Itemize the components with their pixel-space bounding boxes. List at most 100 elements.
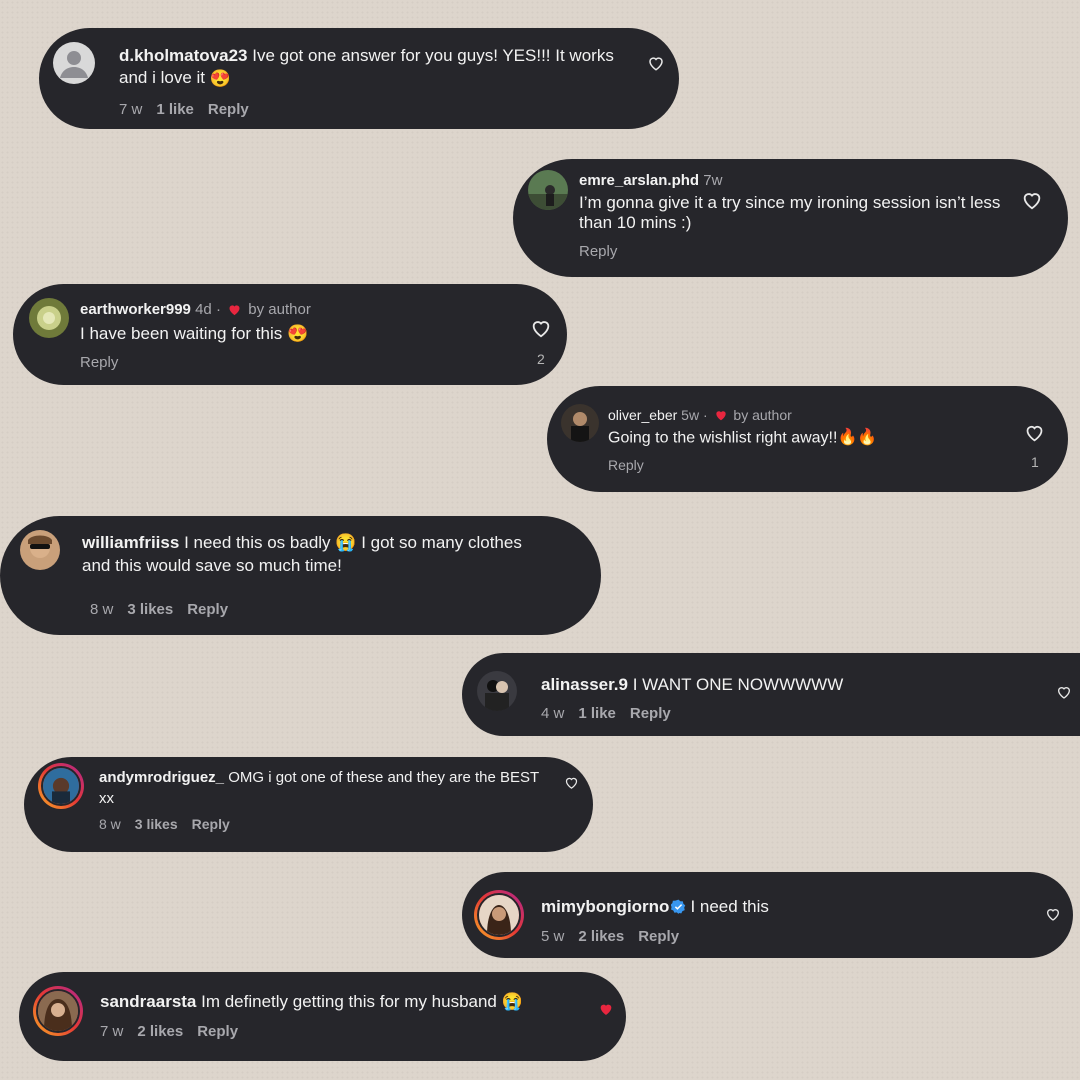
likes-count[interactable]: 1 like — [156, 101, 194, 118]
comment-header: oliver_eber 5w · by author — [608, 407, 792, 423]
comment-header: earthworker999 4d · by author — [80, 301, 311, 318]
comment-header: emre_arslan.phd 7w — [579, 171, 722, 191]
comment-card: earthworker999 4d · by author I have bee… — [13, 284, 567, 385]
reply-button[interactable]: Reply — [638, 928, 679, 945]
reply-button[interactable]: Reply — [608, 457, 644, 473]
comment-card: mimybongiorno I need this 5 w 2 likes Reply — [462, 872, 1073, 958]
comment-text: I’m gonna give it a try since my ironing… — [579, 193, 1001, 232]
reply-button[interactable]: Reply — [579, 243, 617, 260]
reply-button[interactable]: Reply — [197, 1023, 238, 1040]
username[interactable]: d.kholmatova23 — [119, 46, 248, 65]
heart-outline-icon[interactable] — [1024, 422, 1045, 443]
like-count: 2 — [537, 351, 545, 367]
verified-badge-icon — [671, 899, 686, 915]
username[interactable]: alinasser.9 — [541, 675, 628, 694]
heart-outline-icon[interactable] — [1021, 189, 1043, 211]
likes-count[interactable]: 3 likes — [135, 816, 178, 832]
avatar[interactable] — [477, 671, 517, 711]
avatar[interactable] — [20, 530, 60, 570]
heart-outline-icon[interactable] — [1056, 684, 1072, 700]
photo-avatar-icon — [43, 768, 79, 804]
reply-button[interactable]: Reply — [192, 816, 230, 832]
timestamp: 4 w — [541, 705, 565, 722]
avatar-story-ring[interactable] — [33, 986, 83, 1036]
comment-text: I have been waiting for this — [80, 324, 283, 343]
comment-card: oliver_eber 5w · by author Going to the … — [547, 386, 1068, 492]
comment-body: williamfriiss I need this os badly 😭 I g… — [82, 532, 552, 577]
comment-text: Im definetly getting this for my husband — [201, 992, 497, 1011]
heart-outline-icon[interactable] — [1045, 906, 1061, 922]
username[interactable]: emre_arslan.phd — [579, 172, 699, 189]
comment-card: williamfriiss I need this os badly 😭 I g… — [0, 516, 601, 635]
comment-meta: 7 w 1 like Reply — [119, 101, 263, 118]
photo-avatar-icon — [528, 170, 568, 210]
reply-button[interactable]: Reply — [187, 601, 228, 618]
heart-outline-icon[interactable] — [564, 775, 579, 790]
photo-avatar-icon — [477, 671, 517, 711]
timestamp: 8 w — [90, 601, 114, 618]
likes-count[interactable]: 3 likes — [127, 601, 173, 618]
photo-avatar-icon — [561, 404, 599, 442]
timestamp: 7w — [703, 172, 723, 189]
reply-button[interactable]: Reply — [80, 354, 118, 371]
liked-by-author: by author — [733, 407, 792, 423]
heart-outline-icon[interactable] — [530, 317, 552, 339]
like-count: 1 — [1031, 454, 1039, 470]
comment-meta: 7 w 2 likes Reply — [100, 1023, 252, 1040]
heart-eyes-emoji: 😍 — [286, 324, 309, 344]
liked-by-author: by author — [248, 301, 311, 318]
avatar[interactable] — [561, 404, 599, 442]
comment-card: sandraarsta Im definetly getting this fo… — [19, 972, 626, 1061]
comment-meta: 8 w 3 likes Reply — [90, 601, 242, 618]
avatar-story-ring[interactable] — [38, 763, 84, 809]
comment-text: I need this — [690, 897, 769, 916]
username[interactable]: earthworker999 — [80, 301, 191, 318]
photo-avatar-icon — [38, 991, 78, 1031]
timestamp: 7 w — [119, 101, 143, 118]
comment-card: andymrodriguez_ OMG i got one of these a… — [24, 757, 593, 852]
avatar[interactable] — [29, 298, 69, 338]
comment-body: I have been waiting for this 😍 — [80, 323, 308, 346]
avatar[interactable] — [528, 170, 568, 210]
username[interactable]: andymrodriguez_ — [99, 769, 224, 786]
timestamp: 5w — [681, 407, 700, 423]
likes-count[interactable]: 1 like — [578, 705, 616, 722]
timestamp: 5 w — [541, 928, 565, 945]
crying-emoji: 😭 — [335, 533, 357, 553]
comment-card: alinasser.9 I WANT ONE NOWWWWW 4 w 1 like… — [462, 653, 1080, 736]
comment-card: emre_arslan.phd 7w I’m gonna give it a t… — [513, 159, 1068, 277]
likes-count[interactable]: 2 likes — [578, 928, 624, 945]
comment-meta: 8 w 3 likes Reply — [99, 816, 244, 832]
reply-button[interactable]: Reply — [630, 705, 671, 722]
comment-body: mimybongiorno I need this — [541, 896, 769, 918]
likes-count[interactable]: 2 likes — [137, 1023, 183, 1040]
heart-filled-icon[interactable] — [598, 1001, 614, 1017]
heart-outline-icon[interactable] — [647, 54, 665, 72]
crying-emoji: 😭 — [501, 992, 523, 1012]
comment-meta: 4 w 1 like Reply — [541, 705, 685, 722]
username[interactable]: williamfriiss — [82, 533, 179, 552]
comment-body: d.kholmatova23 Ive got one answer for yo… — [119, 45, 619, 90]
comment-text: I WANT ONE NOWWWWW — [632, 675, 844, 694]
photo-avatar-icon — [29, 298, 69, 338]
photo-avatar-icon — [20, 530, 60, 570]
photo-avatar-icon — [479, 895, 519, 935]
person-icon — [60, 51, 88, 78]
comment-body: andymrodriguez_ OMG i got one of these a… — [99, 767, 549, 809]
comment-body: sandraarsta Im definetly getting this fo… — [100, 991, 523, 1014]
comment-text: Going to the wishlist right away!! — [608, 429, 838, 447]
fire-emoji: 🔥🔥 — [837, 429, 878, 446]
comment-body: Going to the wishlist right away!!🔥🔥 — [608, 428, 877, 449]
avatar-story-ring[interactable] — [474, 890, 524, 940]
default-avatar[interactable] — [53, 42, 95, 84]
username[interactable]: mimybongiorno — [541, 897, 669, 916]
comment-meta: 5 w 2 likes Reply — [541, 928, 693, 945]
heart-eyes-emoji: 😍 — [209, 68, 231, 88]
comment-card: d.kholmatova23 Ive got one answer for yo… — [39, 28, 679, 129]
comment-body: alinasser.9 I WANT ONE NOWWWWW — [541, 674, 843, 696]
username[interactable]: oliver_eber — [608, 407, 677, 423]
reply-button[interactable]: Reply — [208, 101, 249, 118]
username[interactable]: sandraarsta — [100, 992, 196, 1011]
timestamp: 7 w — [100, 1023, 124, 1040]
timestamp: 8 w — [99, 816, 121, 832]
